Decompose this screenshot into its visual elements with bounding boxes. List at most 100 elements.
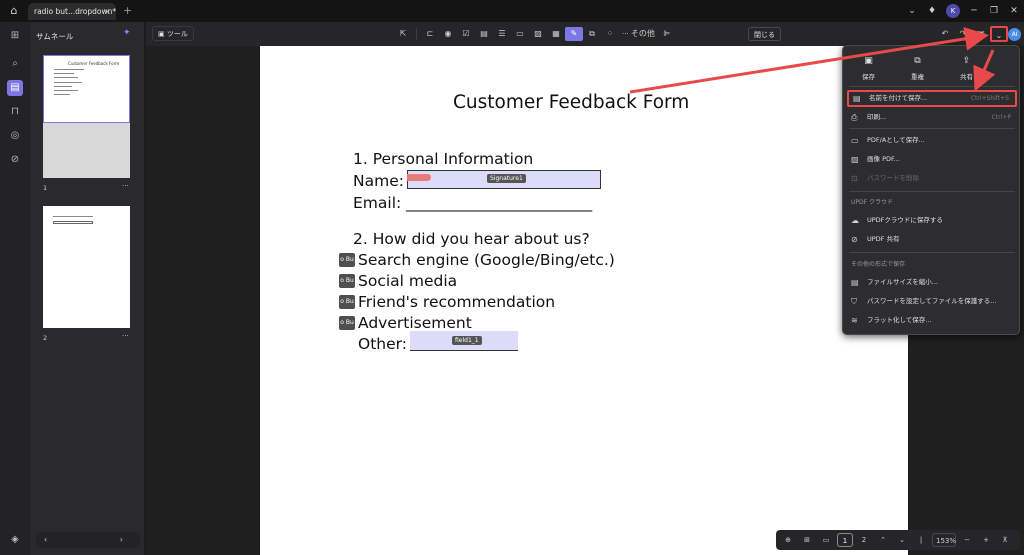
thumbnail-line: [54, 77, 78, 78]
pointer-icon[interactable]: ⇱: [394, 27, 412, 41]
shield-icon: ⛉: [851, 297, 857, 306]
chevron-left-icon[interactable]: ‹: [44, 535, 47, 544]
thumbnails-icon[interactable]: ⊞: [7, 28, 23, 44]
checkbox-icon[interactable]: ☑: [457, 27, 475, 41]
toolbox-icon: ▣: [158, 30, 167, 38]
share-icon: ⇪: [962, 56, 971, 66]
menu-save-cloud[interactable]: ☁ UPDFクラウドに保存する: [847, 212, 1017, 229]
thumbnail-more-icon[interactable]: ···: [122, 182, 129, 190]
radio-button[interactable]: o Bu: [339, 253, 355, 267]
menu-updf-share[interactable]: ⊘ UPDF 共有: [847, 231, 1017, 248]
ai-assistant-icon[interactable]: AI: [1008, 27, 1021, 41]
zoom-level[interactable]: 153%: [932, 533, 956, 547]
home-icon[interactable]: ⌂: [6, 4, 22, 18]
menu-duplicate-button[interactable]: ⧉ 重複: [894, 56, 941, 81]
avatar[interactable]: K: [946, 4, 960, 18]
save-menu-chevron-icon[interactable]: ⌄: [990, 26, 1008, 42]
more-button[interactable]: ··· その他: [619, 27, 658, 41]
form-title: Customer Feedback Form: [453, 92, 690, 113]
search-icon[interactable]: ⌕: [7, 56, 23, 72]
cloud-icon: ☁: [851, 216, 859, 225]
comment-icon[interactable]: ◎: [7, 128, 23, 144]
grid-icon[interactable]: ⁘: [601, 27, 619, 41]
radio-button-icon[interactable]: ◉: [439, 27, 457, 41]
copy-icon[interactable]: ⧉: [583, 27, 601, 41]
toolbar-actions: ↶ ↷ ▣ ⌄ AI: [936, 26, 1021, 42]
name-label: Name:: [353, 172, 404, 190]
menu-save-as[interactable]: ▤ 名前を付けて保存... Ctrl+Shift+S: [847, 90, 1017, 107]
zoom-out-button[interactable]: −: [959, 533, 975, 547]
radio-button[interactable]: o Bu: [339, 295, 355, 309]
zoom-in-button[interactable]: +: [978, 533, 994, 547]
page-up-icon[interactable]: ⌃: [875, 533, 891, 547]
compress-icon: ▤: [851, 278, 859, 287]
attachment-icon[interactable]: ⊘: [7, 152, 23, 168]
menu-image-pdf[interactable]: ▨ 画像 PDF...: [847, 151, 1017, 168]
list-box-icon[interactable]: ☰: [493, 27, 511, 41]
align-icon[interactable]: ⊫: [658, 27, 676, 41]
bookmark-icon[interactable]: ⊓: [7, 104, 23, 120]
page-icon[interactable]: ▤: [7, 80, 23, 96]
date-icon[interactable]: ▦: [547, 27, 565, 41]
other-field-label: field1_1: [452, 336, 482, 345]
window-close-icon[interactable]: ✕: [1004, 6, 1024, 16]
image-icon[interactable]: ▨: [529, 27, 547, 41]
thumbnail-line: [54, 94, 70, 95]
page-thumbnail-1[interactable]: Customer Feedback Form: [43, 55, 130, 123]
thumbnail-field: [53, 221, 93, 224]
section-personal-info: 1. Personal Information: [353, 150, 534, 168]
page-down-icon[interactable]: ⌄: [894, 533, 910, 547]
flatten-label: フラット化して保存...: [867, 316, 932, 324]
button-icon[interactable]: ▭: [511, 27, 529, 41]
page-thumbnail-2[interactable]: [43, 206, 130, 328]
menu-reduce-size[interactable]: ▤ ファイルサイズを縮小...: [847, 274, 1017, 291]
save-as-label: 名前を付けて保存...: [869, 94, 928, 102]
menu-duplicate-label: 重複: [911, 73, 924, 81]
tab-close-icon[interactable]: ×: [104, 3, 111, 20]
collapse-icon[interactable]: ⊼: [997, 533, 1013, 547]
layers-icon[interactable]: ◈: [7, 532, 23, 548]
option-search-engine: Search engine (Google/Bing/etc.): [358, 251, 615, 269]
other-section-title: その他の形式で保存: [851, 261, 906, 268]
document-tab[interactable]: radio but...dropdown* ×: [28, 3, 116, 20]
menu-save-pdfa[interactable]: ▭ PDF/Aとして保存...: [847, 132, 1017, 149]
divider: |: [919, 536, 923, 544]
new-tab-button[interactable]: +: [123, 3, 132, 19]
fit-page-icon[interactable]: ⊕: [780, 533, 796, 547]
menu-divider: [849, 191, 1015, 192]
view-mode-icon[interactable]: ⊞: [799, 533, 815, 547]
save-icon[interactable]: ▣: [972, 26, 990, 42]
menu-protect-password[interactable]: ⛉ パスワードを設定してファイルを保護する...: [847, 293, 1017, 310]
toolbar: ▣ ツール ⇱ ⊏ ◉ ☑ ▤ ☰ ▭ ▨ ▦ ✎ ⧉ ⁘ ··· その他 ⊫ …: [146, 22, 1024, 46]
text-field-icon[interactable]: ⊏: [421, 27, 439, 41]
menu-flatten[interactable]: ≋ フラット化して保存...: [847, 312, 1017, 329]
page-next[interactable]: 2: [856, 533, 872, 547]
notification-icon[interactable]: ♦: [922, 6, 942, 16]
protect-password-label: パスワードを設定してファイルを保護する...: [867, 297, 997, 305]
tool-button[interactable]: ▣ ツール: [152, 26, 194, 41]
menu-print[interactable]: ⎙ 印刷... Ctrl+P: [847, 109, 1017, 126]
close-button[interactable]: 閉じる: [748, 27, 781, 41]
minimize-icon[interactable]: ─: [964, 6, 984, 16]
signature-icon[interactable]: ✎: [565, 27, 583, 41]
field-marker: [407, 174, 431, 181]
redo-icon[interactable]: ↷: [954, 26, 972, 42]
radio-button[interactable]: o Bu: [339, 316, 355, 330]
menu-share-button[interactable]: ⇪ 共有: [943, 56, 990, 81]
link-icon: ⊘: [851, 235, 858, 244]
divider: [416, 28, 417, 40]
pdf-page: Customer Feedback Form 1. Personal Infor…: [260, 46, 908, 555]
radio-button[interactable]: o Bu: [339, 274, 355, 288]
pin-icon[interactable]: ✦: [123, 28, 131, 38]
restore-icon[interactable]: ❐: [984, 6, 1004, 16]
print-shortcut: Ctrl+P: [991, 114, 1011, 121]
chevron-right-icon[interactable]: ›: [120, 535, 123, 544]
menu-save-button[interactable]: ▣ 保存: [845, 56, 892, 81]
chevron-down-icon[interactable]: ⌄: [902, 6, 922, 16]
dropdown-icon[interactable]: ▤: [475, 27, 493, 41]
thumbnail-more-icon[interactable]: ···: [122, 332, 129, 340]
save-cloud-label: UPDFクラウドに保存する: [867, 216, 943, 224]
page-current[interactable]: 1: [837, 533, 853, 547]
presentation-icon[interactable]: ▭: [818, 533, 834, 547]
undo-icon[interactable]: ↶: [936, 26, 954, 42]
